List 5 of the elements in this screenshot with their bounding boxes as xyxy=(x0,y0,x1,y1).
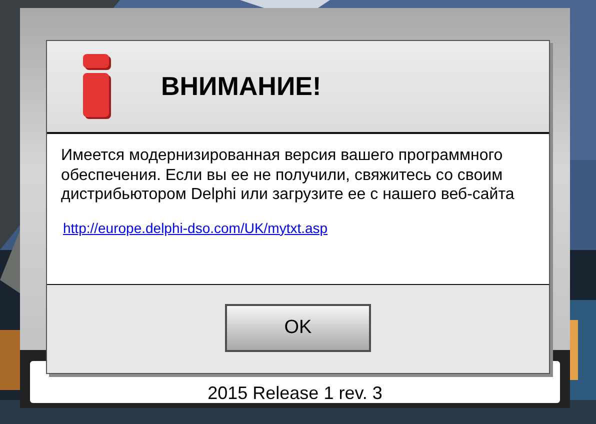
message-text: Имеется модернизированная версия вашего программного обеспечения. Если вы ее не получили, свяжитесь со своим дистрибьютором Delphi или загрузите ее с нашего веб-сайта xyxy=(61,146,516,205)
ok-button[interactable]: OK xyxy=(225,304,371,352)
version-text: 2015 Release 1 rev. 3 xyxy=(208,384,382,402)
website-link[interactable]: http://europe.delphi-dso.com/UK/mytxt.asp xyxy=(63,220,328,236)
dialog-title: ВНИМАНИЕ! xyxy=(161,70,322,102)
